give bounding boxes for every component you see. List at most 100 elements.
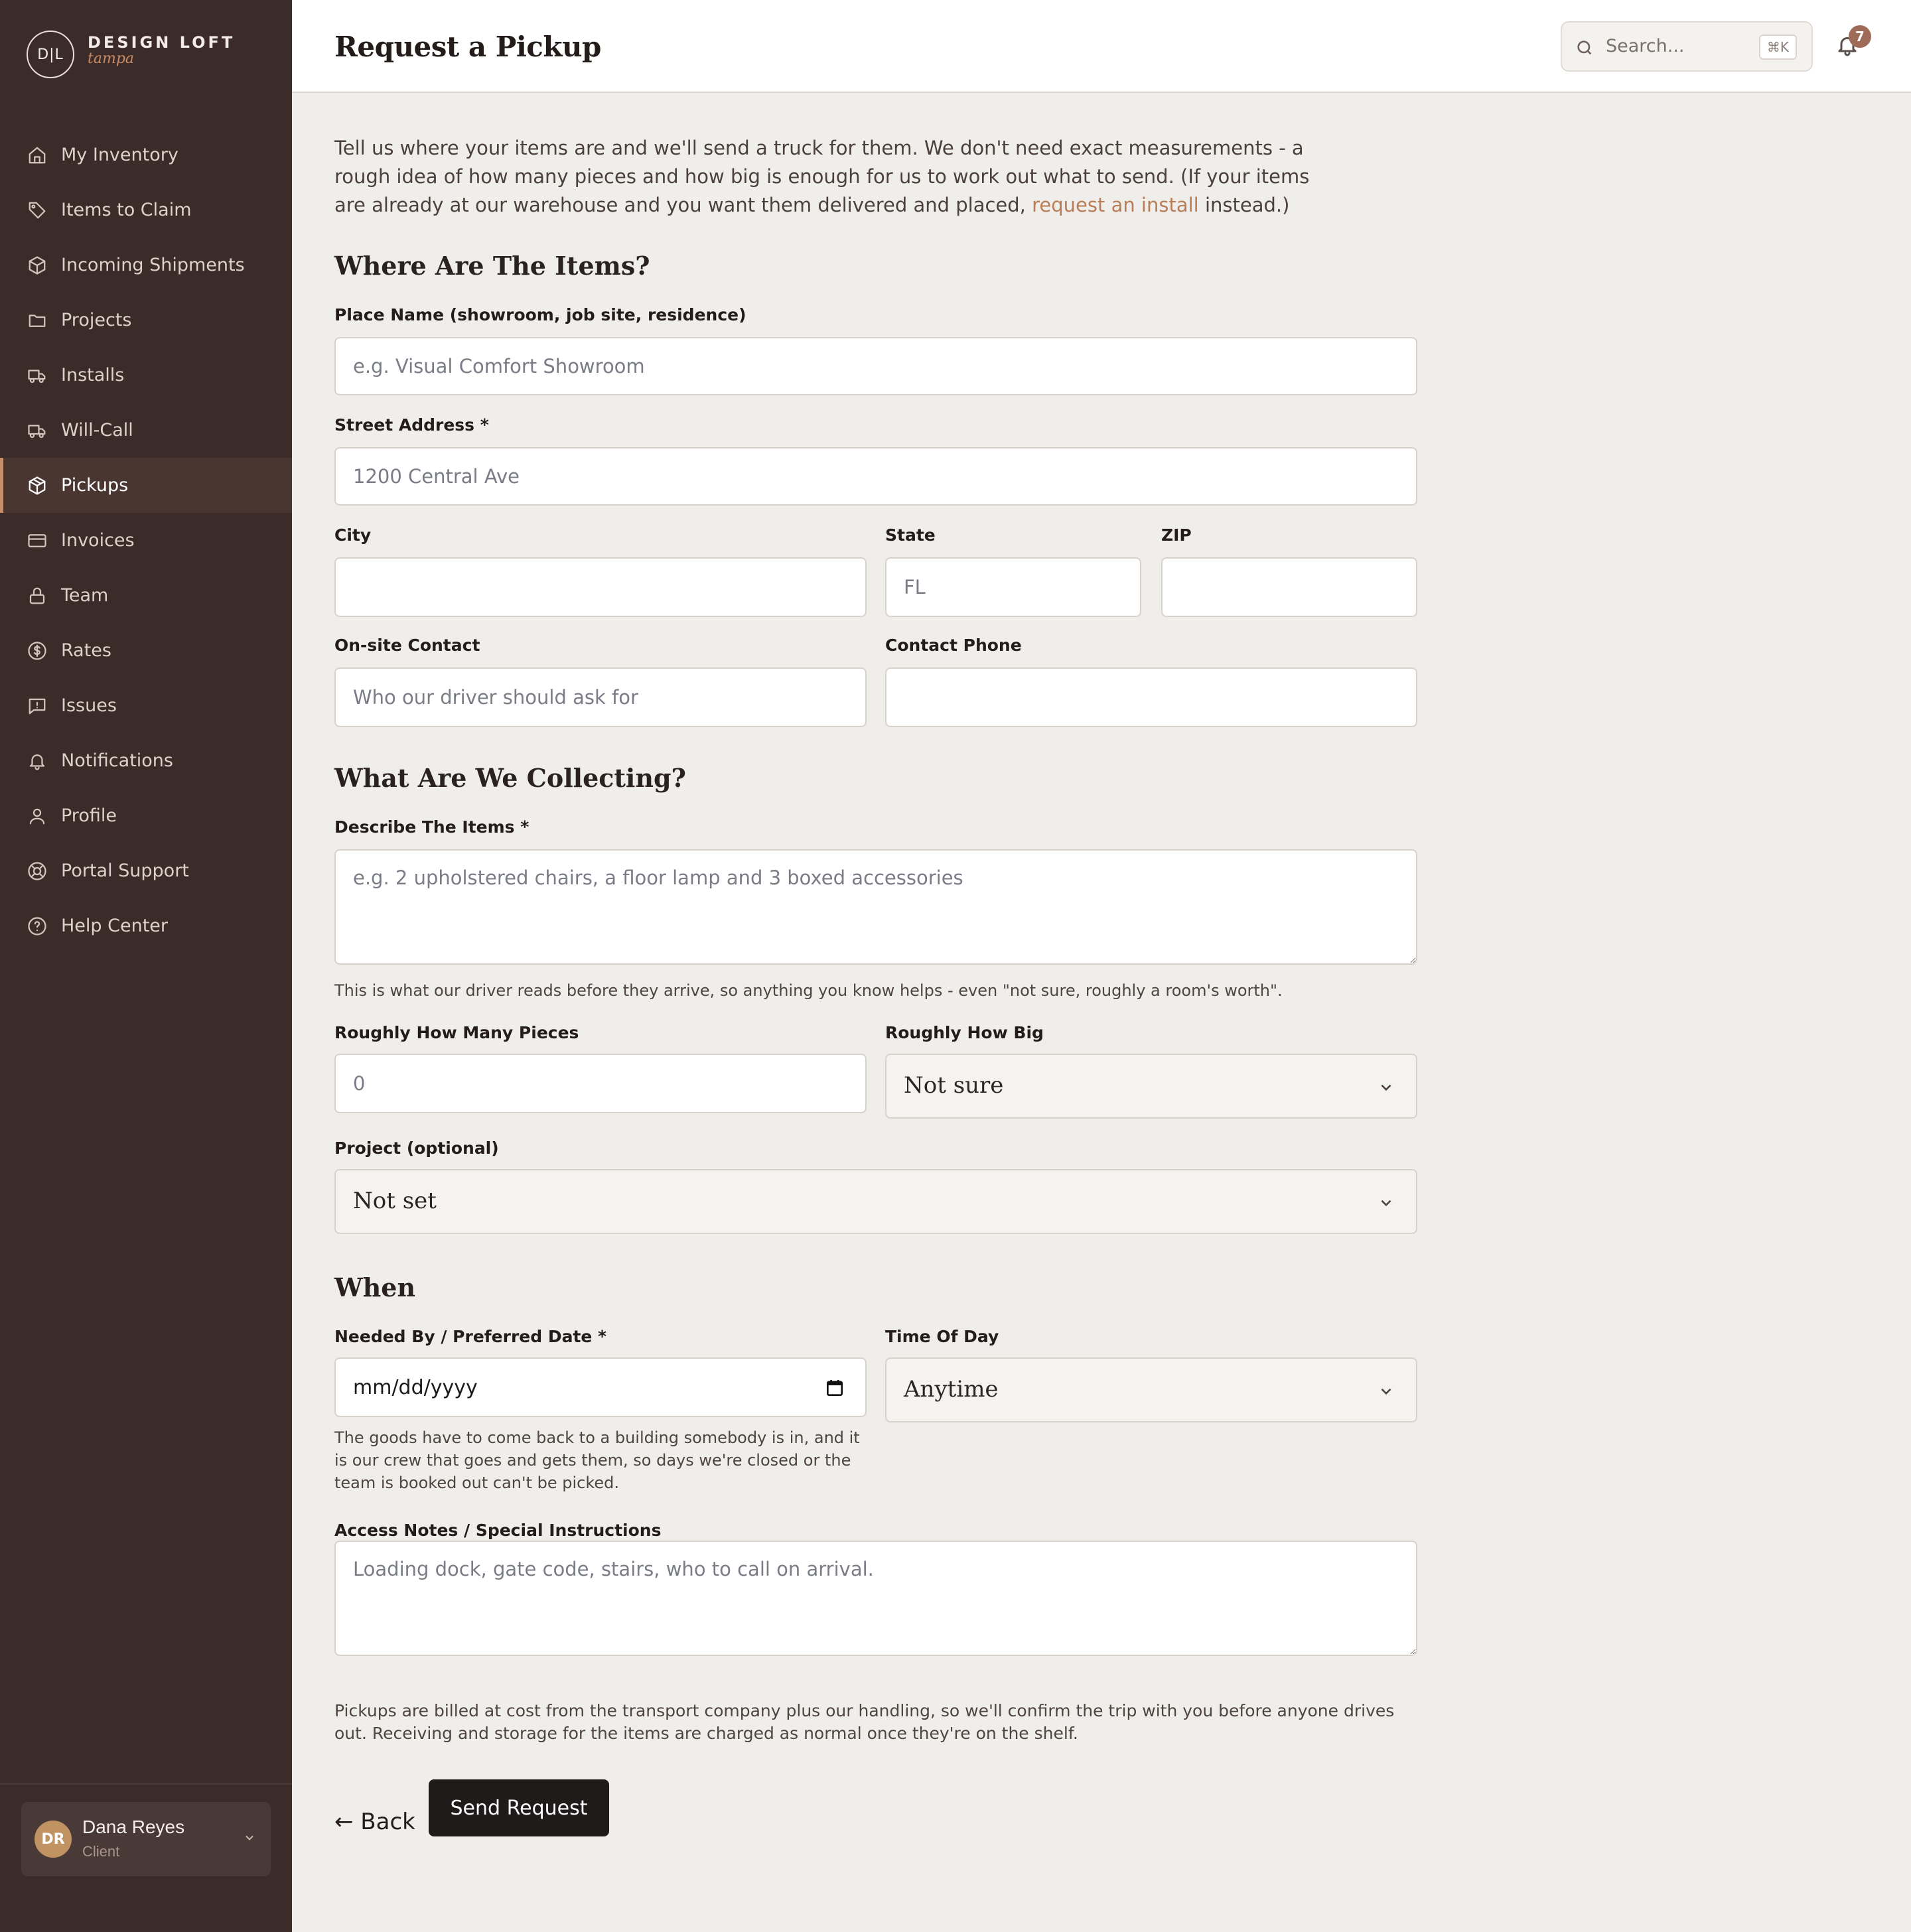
sidebar-item-label: Help Center bbox=[61, 916, 169, 936]
chevron-down-icon bbox=[243, 1831, 256, 1844]
intro-text: Tell us where your items are and we'll s… bbox=[334, 134, 1316, 220]
sidebar-item-label: Notifications bbox=[61, 750, 173, 771]
date-placeholder: mm/dd/yyyy bbox=[353, 1375, 478, 1399]
sidebar-item-incoming-shipments[interactable]: Incoming Shipments bbox=[0, 238, 292, 293]
message-icon bbox=[27, 695, 48, 717]
page-title: Request a Pickup bbox=[334, 31, 601, 63]
preferred-date-input[interactable]: mm/dd/yyyy bbox=[334, 1357, 867, 1417]
time-of-day-label: Time Of Day bbox=[885, 1327, 999, 1346]
place-name-input[interactable] bbox=[334, 337, 1417, 395]
project-label: Project (optional) bbox=[334, 1138, 499, 1158]
truck-icon bbox=[27, 420, 48, 441]
sidebar-item-label: Team bbox=[61, 585, 109, 606]
package-icon bbox=[27, 475, 48, 496]
sidebar-item-will-call[interactable]: Will-Call bbox=[0, 403, 292, 458]
sidebar-item-items-to-claim[interactable]: Items to Claim bbox=[0, 182, 292, 238]
size-select[interactable]: Not sure bbox=[885, 1054, 1417, 1119]
user-menu[interactable]: DR Dana Reyes Client bbox=[21, 1802, 271, 1876]
pieces-label: Roughly How Many Pieces bbox=[334, 1023, 579, 1042]
sidebar-item-rates[interactable]: Rates bbox=[0, 623, 292, 678]
sidebar-item-label: Rates bbox=[61, 640, 111, 661]
sidebar-item-team[interactable]: Team bbox=[0, 568, 292, 623]
search-shortcut: ⌘K bbox=[1758, 34, 1797, 60]
street-address-input[interactable] bbox=[334, 447, 1417, 506]
sidebar-item-label: Items to Claim bbox=[61, 200, 192, 220]
chevron-down-icon bbox=[1378, 1383, 1396, 1401]
onsite-contact-input[interactable] bbox=[334, 667, 867, 727]
date-label: Needed By / Preferred Date * bbox=[334, 1327, 607, 1346]
box-icon bbox=[27, 255, 48, 276]
card-icon bbox=[27, 530, 48, 551]
calendar-icon[interactable] bbox=[824, 1377, 845, 1399]
state-input[interactable] bbox=[885, 557, 1141, 617]
sidebar-item-label: Projects bbox=[61, 310, 132, 330]
intro-text-part: instead.) bbox=[1198, 194, 1290, 216]
sidebar-item-label: Will-Call bbox=[61, 420, 133, 441]
sidebar-item-projects[interactable]: Projects bbox=[0, 293, 292, 348]
sidebar-item-my-inventory[interactable]: My Inventory bbox=[0, 127, 292, 182]
back-link[interactable]: ← Back bbox=[334, 1809, 415, 1835]
date-help: The goods have to come back to a buildin… bbox=[334, 1428, 860, 1492]
onsite-contact-label: On-site Contact bbox=[334, 636, 480, 655]
size-label: Roughly How Big bbox=[885, 1023, 1044, 1042]
section-title-where: Where Are The Items? bbox=[334, 251, 650, 281]
tag-icon bbox=[27, 200, 48, 221]
truck-icon bbox=[27, 365, 48, 386]
size-select-value: Not sure bbox=[904, 1072, 1004, 1099]
notification-count-badge: 7 bbox=[1849, 25, 1871, 48]
user-icon bbox=[27, 805, 48, 827]
brand-logo: D|L bbox=[27, 31, 74, 78]
billing-note: Pickups are billed at cost from the tran… bbox=[334, 1701, 1395, 1743]
sidebar-item-label: Invoices bbox=[61, 530, 135, 551]
sidebar-item-label: Portal Support bbox=[61, 861, 189, 881]
sidebar-item-issues[interactable]: Issues bbox=[0, 678, 292, 733]
sidebar-item-profile[interactable]: Profile bbox=[0, 788, 292, 843]
dollar-icon bbox=[27, 640, 48, 661]
sidebar-item-help-center[interactable]: Help Center bbox=[0, 898, 292, 953]
access-notes-textarea[interactable] bbox=[334, 1541, 1417, 1656]
lifebuoy-icon bbox=[27, 861, 48, 882]
sidebar-item-label: Profile bbox=[61, 805, 117, 826]
zip-input[interactable] bbox=[1161, 557, 1417, 617]
describe-items-textarea[interactable] bbox=[334, 849, 1417, 965]
city-label: City bbox=[334, 525, 372, 545]
help-circle-icon bbox=[27, 916, 48, 937]
sidebar-item-pickups[interactable]: Pickups bbox=[0, 458, 292, 513]
describe-items-label: Describe The Items * bbox=[334, 817, 530, 837]
time-of-day-value: Anytime bbox=[904, 1376, 999, 1403]
describe-items-help: This is what our driver reads before the… bbox=[334, 981, 1283, 1000]
sidebar-item-notifications[interactable]: Notifications bbox=[0, 733, 292, 788]
state-label: State bbox=[885, 525, 936, 545]
search-placeholder: Search... bbox=[1606, 36, 1685, 56]
sidebar-item-label: Incoming Shipments bbox=[61, 255, 245, 275]
top-bar: Request a Pickup Search... ⌘K bbox=[292, 0, 1911, 93]
search-icon bbox=[1575, 38, 1595, 58]
search-input[interactable]: Search... ⌘K bbox=[1561, 21, 1813, 72]
section-title-what: What Are We Collecting? bbox=[334, 763, 686, 793]
brand-name: DESIGN LOFT bbox=[88, 33, 236, 52]
pieces-input[interactable] bbox=[334, 1054, 867, 1113]
bell-icon bbox=[1835, 37, 1859, 60]
request-install-link[interactable]: request an install bbox=[1032, 194, 1199, 216]
sidebar-item-invoices[interactable]: Invoices bbox=[0, 513, 292, 568]
bell-icon bbox=[27, 750, 48, 772]
contact-phone-input[interactable] bbox=[885, 667, 1417, 727]
city-input[interactable] bbox=[334, 557, 867, 617]
project-select[interactable]: Not set bbox=[334, 1169, 1417, 1234]
sidebar-item-installs[interactable]: Installs bbox=[0, 348, 292, 403]
sidebar-item-label: Issues bbox=[61, 695, 117, 716]
street-address-label: Street Address * bbox=[334, 415, 489, 435]
time-of-day-select[interactable]: Anytime bbox=[885, 1357, 1417, 1422]
sidebar-item-label: Pickups bbox=[61, 475, 129, 496]
avatar: DR bbox=[35, 1821, 72, 1858]
send-request-button[interactable]: Send Request bbox=[429, 1779, 609, 1836]
lock-icon bbox=[27, 585, 48, 606]
chevron-down-icon bbox=[1378, 1079, 1396, 1097]
sidebar-item-portal-support[interactable]: Portal Support bbox=[0, 843, 292, 898]
zip-label: ZIP bbox=[1161, 525, 1192, 545]
brand-tagline: tampa bbox=[88, 50, 135, 67]
place-name-label: Place Name (showroom, job site, residenc… bbox=[334, 305, 746, 324]
project-select-value: Not set bbox=[353, 1188, 437, 1214]
contact-phone-label: Contact Phone bbox=[885, 636, 1022, 655]
access-notes-label: Access Notes / Special Instructions bbox=[334, 1521, 662, 1540]
